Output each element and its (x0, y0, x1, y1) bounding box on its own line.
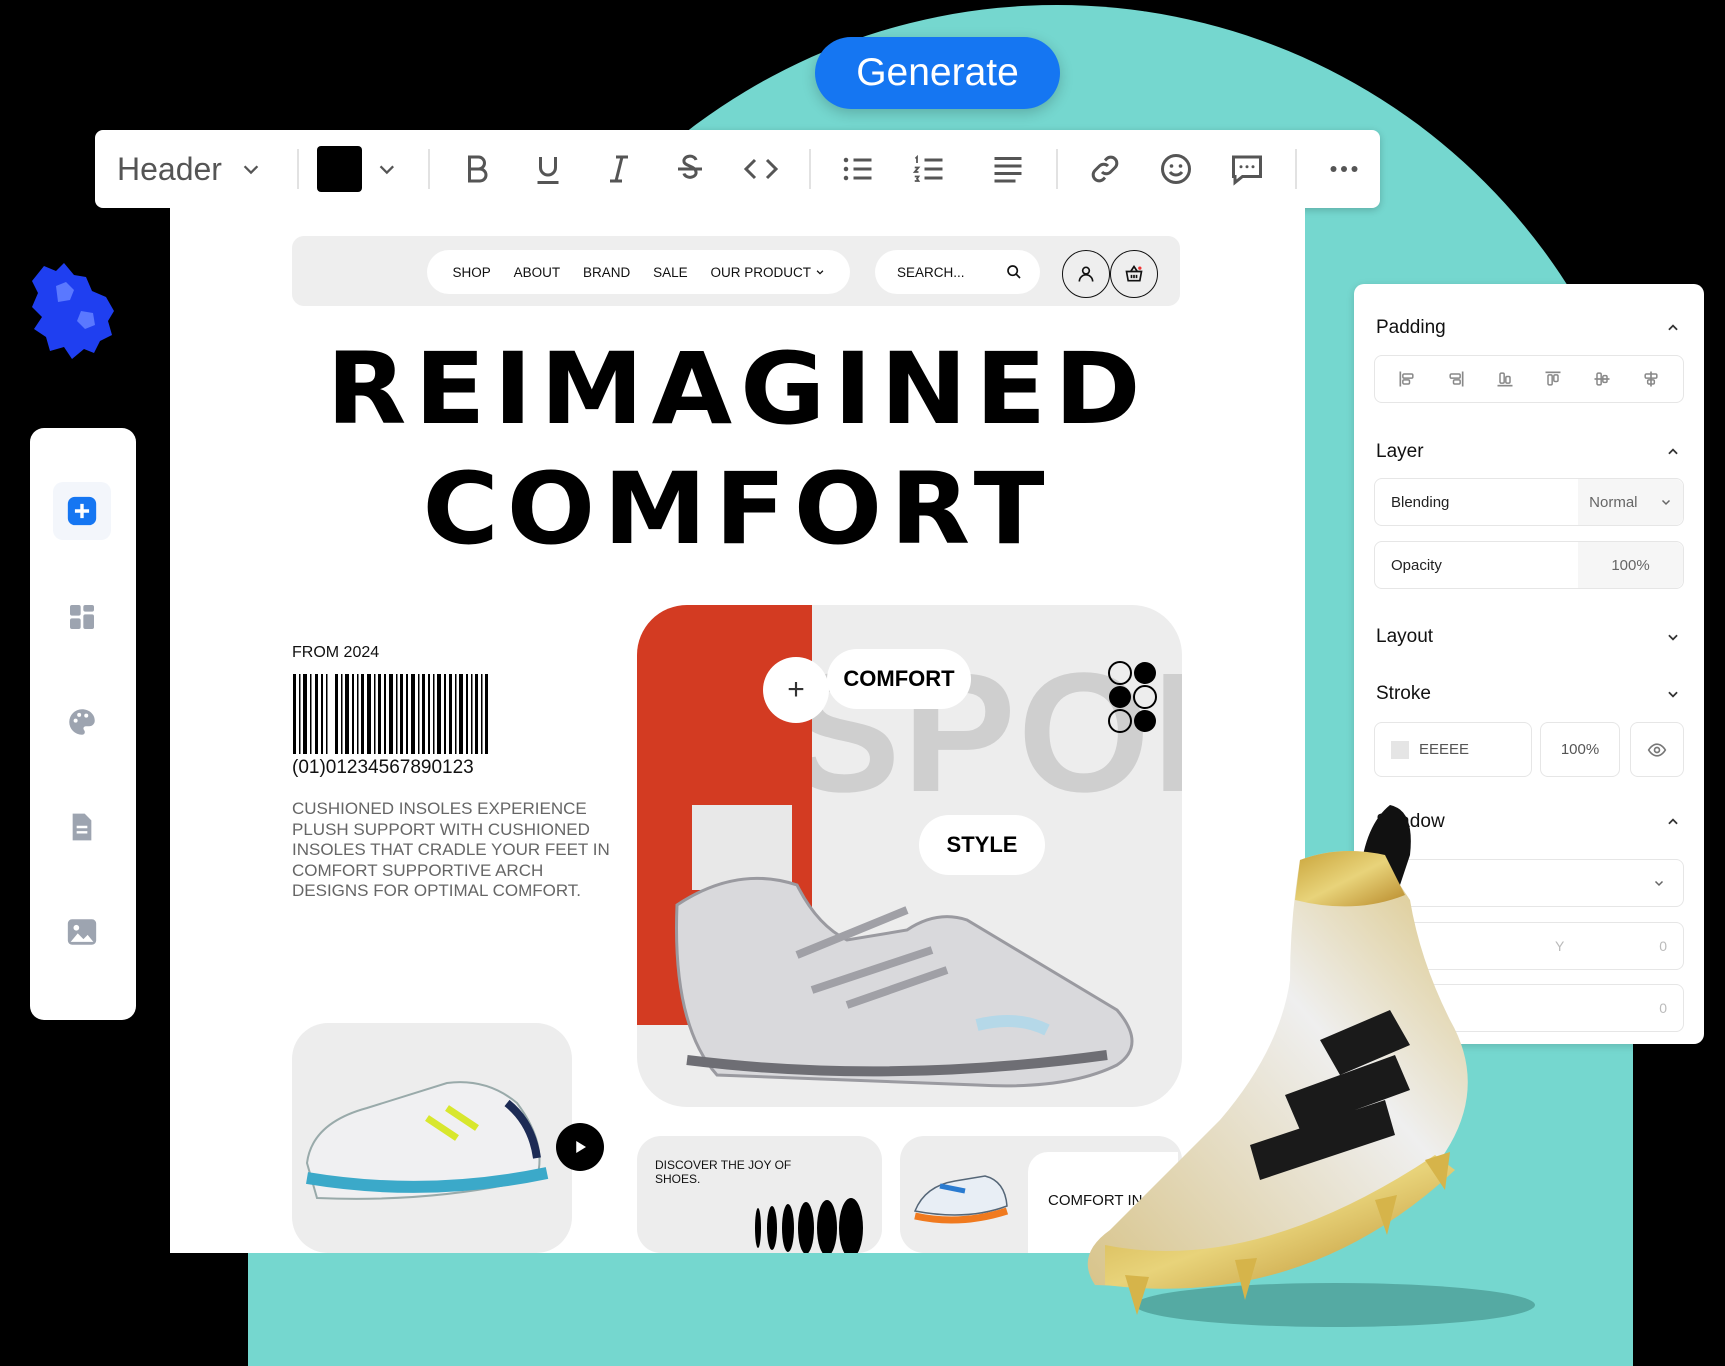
align-icon[interactable] (973, 141, 1044, 197)
stage: Generate Header SHOP ABOUT BRAND SALE OU… (0, 0, 1725, 1366)
discover-card[interactable]: DISCOVER THE JOY OF SHOES. (637, 1136, 882, 1253)
stroke-opacity-value: 100% (1560, 741, 1600, 758)
stroke-opacity-field[interactable]: 100% (1540, 722, 1620, 777)
blending-label: Blending (1391, 493, 1450, 511)
chevron-down-icon[interactable] (1666, 687, 1680, 701)
chevron-down-icon (1661, 499, 1670, 506)
bullet-list-icon[interactable] (823, 141, 894, 197)
align-center-horizontal-icon[interactable] (1641, 369, 1661, 389)
opacity-field[interactable]: Opacity 100% (1374, 541, 1684, 589)
toolbar-divider (808, 149, 811, 189)
align-bottom-icon[interactable] (1495, 369, 1515, 389)
underline-icon[interactable] (513, 141, 584, 197)
visibility-toggle[interactable] (1630, 722, 1684, 777)
eye-icon (1647, 742, 1667, 757)
document-icon[interactable] (53, 798, 111, 856)
dots-pattern-icon (1108, 661, 1157, 733)
stroke-color-value: EEEEE (1419, 741, 1470, 758)
oval-stripes-graphic (755, 1198, 863, 1253)
chevron-down-icon[interactable] (376, 158, 398, 180)
gold-football-boot-image (1087, 805, 1535, 1327)
barcode (293, 674, 488, 754)
orange-sneaker-image (913, 1175, 1009, 1224)
comment-icon[interactable] (1212, 141, 1283, 197)
bold-icon[interactable] (442, 141, 513, 197)
toolbar-divider (1055, 149, 1058, 189)
nav-item-our-product[interactable]: OUR PRODUCT (711, 265, 825, 280)
link-icon[interactable] (1070, 141, 1141, 197)
hero-heading-line1: REIMAGINED (326, 331, 1149, 447)
chevron-up-icon[interactable] (1666, 445, 1680, 459)
nav-item-about[interactable]: ABOUT (514, 265, 561, 280)
padding-title: Padding (1376, 317, 1446, 338)
stroke-color-swatch (1391, 740, 1409, 759)
chevron-down-icon[interactable] (1666, 630, 1680, 644)
italic-icon[interactable] (584, 141, 655, 197)
code-icon[interactable] (726, 141, 797, 197)
toolbar-divider (296, 149, 299, 189)
strikethrough-icon[interactable] (655, 141, 726, 197)
discover-text: DISCOVER THE JOY OF SHOES. (655, 1158, 792, 1186)
toolbar-divider (1295, 149, 1297, 189)
blue-sneaker-image (305, 1081, 549, 1200)
numbered-list-icon[interactable] (894, 141, 965, 197)
chevron-up-icon[interactable] (1666, 815, 1680, 829)
chevron-down-icon (1654, 880, 1664, 887)
chevron-down-icon (243, 165, 259, 175)
padding-align-controls (1374, 355, 1684, 403)
blending-field[interactable]: Blending Normal (1374, 478, 1684, 526)
left-tool-sidebar (30, 428, 136, 1020)
tag-style[interactable]: STYLE (919, 815, 1045, 875)
opacity-value[interactable]: 100% (1578, 542, 1683, 588)
nav-item-sale[interactable]: SALE (653, 265, 688, 280)
tag-comfort[interactable]: COMFORT (827, 649, 971, 709)
search-placeholder: SEARCH... (897, 264, 965, 280)
emoji-icon[interactable] (1141, 141, 1212, 197)
shadow-blur-value: 0 (1659, 1000, 1667, 1016)
stroke-title: Stroke (1376, 683, 1431, 704)
nav-menu: SHOP ABOUT BRAND SALE OUR PRODUCT (427, 250, 850, 294)
text-color-swatch[interactable] (316, 146, 363, 192)
add-icon[interactable] (53, 482, 111, 540)
text-style-select[interactable]: Header (117, 151, 285, 188)
formatting-toolbar: Header (95, 130, 1380, 208)
site-search[interactable]: SEARCH... (875, 250, 1040, 294)
decorative-pixel-blob (32, 263, 114, 359)
blending-select[interactable]: Normal (1578, 479, 1683, 525)
sneaker-card[interactable] (292, 1023, 572, 1253)
layout-title: Layout (1376, 626, 1434, 647)
dashboard-icon[interactable] (53, 588, 111, 646)
more-icon[interactable] (1309, 141, 1380, 197)
nav-item-our-product-label: OUR PRODUCT (710, 264, 811, 280)
opacity-label: Opacity (1391, 556, 1442, 574)
site-navbar: SHOP ABOUT BRAND SALE OUR PRODUCT SEARCH… (292, 236, 1180, 306)
product-description: CUSHIONED INSOLES EXPERIENCE PLUSH SUPPO… (292, 799, 610, 900)
from-year-label: FROM 2024 (292, 644, 380, 661)
image-icon[interactable] (53, 903, 111, 961)
toolbar-divider (427, 149, 430, 189)
add-tag-button[interactable]: + (763, 657, 829, 723)
play-icon[interactable] (556, 1123, 604, 1171)
user-icon[interactable] (1062, 250, 1110, 298)
layer-title: Layer (1376, 441, 1424, 462)
align-left-icon[interactable] (1397, 369, 1417, 389)
chevron-up-icon[interactable] (1666, 321, 1680, 335)
text-style-value: Header (117, 150, 222, 187)
generate-button[interactable]: Generate (815, 37, 1060, 109)
nav-item-shop[interactable]: SHOP (452, 265, 490, 280)
align-center-vertical-icon[interactable] (1592, 369, 1612, 389)
align-right-icon[interactable] (1446, 369, 1466, 389)
basket-icon[interactable] (1110, 250, 1158, 298)
barcode-number: (01)01234567890123 (292, 757, 474, 778)
shadow-y-value: 0 (1659, 938, 1667, 954)
chevron-down-icon (816, 269, 823, 275)
nav-item-brand[interactable]: BRAND (583, 265, 630, 280)
stroke-color-field[interactable]: EEEEE (1374, 722, 1532, 777)
hero-heading-line2: COMFORT (422, 451, 1053, 567)
align-top-icon[interactable] (1543, 369, 1563, 389)
palette-icon[interactable] (53, 693, 111, 751)
search-icon (1007, 265, 1021, 279)
blending-value: Normal (1589, 493, 1638, 511)
